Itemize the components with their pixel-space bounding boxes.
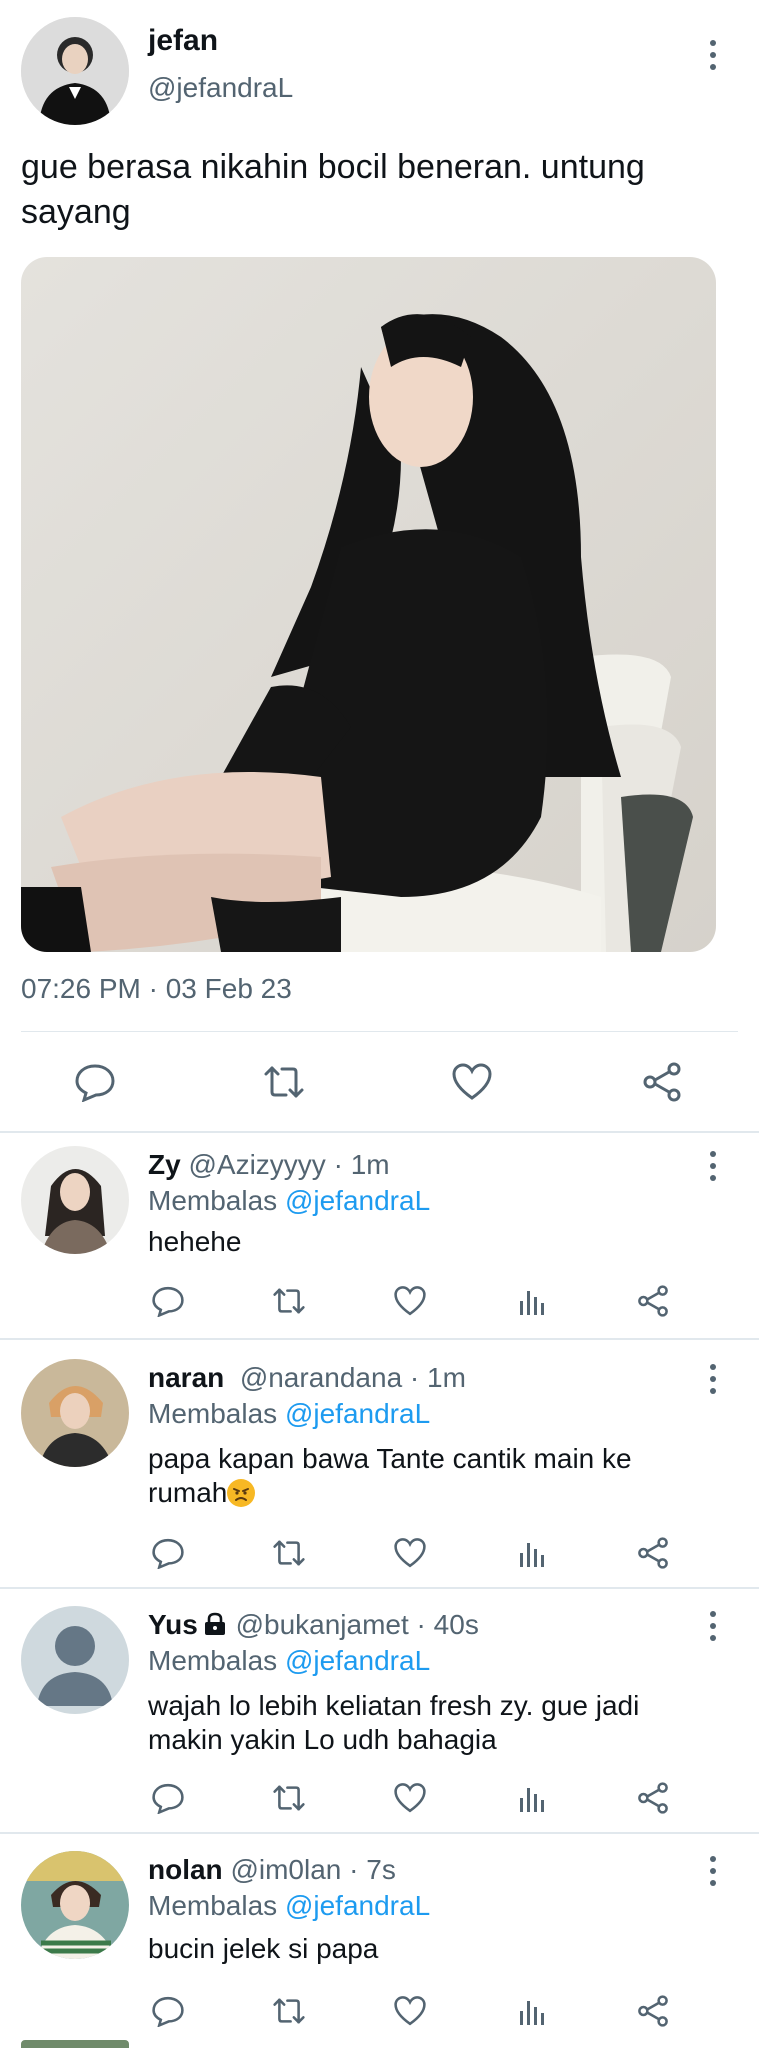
like-icon[interactable]: [451, 1062, 493, 1102]
analytics-icon[interactable]: [516, 1995, 548, 2027]
reply-time: 40s: [433, 1609, 479, 1640]
divider: [21, 1031, 738, 1032]
reply-avatar[interactable]: [21, 1851, 129, 1959]
tweet-timestamp: 07:26 PM · 03 Feb 23: [21, 973, 292, 1004]
reply-header: Yus @bukanjamet · 40s: [148, 1609, 479, 1640]
reply-item[interactable]: Zy @Azizyyyy · 1m Membalas @jefandraL he…: [0, 1133, 759, 1338]
replying-to: Membalas @jefandraL: [148, 1890, 430, 1922]
reply-text: hehehe: [148, 1226, 242, 1257]
reply-icon[interactable]: [74, 1062, 116, 1102]
reply-text: wajah lo lebih keliatan fresh zy. gue ja…: [148, 1690, 640, 1755]
reply-icon[interactable]: [151, 1537, 185, 1569]
retweet-icon[interactable]: [271, 1782, 307, 1814]
share-icon[interactable]: [636, 1537, 670, 1569]
reply-time: 1m: [427, 1362, 466, 1393]
reply-actions: [0, 1285, 759, 1317]
reply-header: naran @narandana · 1m: [148, 1362, 466, 1393]
replying-prefix: Membalas: [148, 1645, 278, 1676]
tweet-text: gue berasa nikahin bocil beneran. untung…: [21, 148, 645, 231]
author-avatar[interactable]: [21, 17, 129, 125]
like-icon[interactable]: [393, 1537, 427, 1569]
reply-name[interactable]: Yus: [148, 1609, 198, 1640]
reply-time: 7s: [366, 1854, 396, 1885]
share-icon[interactable]: [636, 1995, 670, 2027]
reply-item[interactable]: Yus @bukanjamet · 40s Membalas @jefandra…: [0, 1589, 759, 1832]
reply-item[interactable]: nolan @im0lan · 7s Membalas @jefandraL b…: [0, 1834, 759, 2048]
reply-icon[interactable]: [151, 1782, 185, 1814]
share-icon[interactable]: [641, 1062, 683, 1102]
reply-handle[interactable]: @narandana: [240, 1362, 402, 1393]
angry-face-emoji-icon: [227, 1479, 256, 1507]
reply-handle[interactable]: @im0lan: [230, 1854, 341, 1885]
more-options-icon[interactable]: [703, 1151, 723, 1181]
tweet-photo[interactable]: [21, 257, 716, 952]
replying-to: Membalas @jefandraL: [148, 1185, 430, 1217]
like-icon[interactable]: [393, 1995, 427, 2027]
analytics-icon[interactable]: [516, 1782, 548, 1814]
reply-icon[interactable]: [151, 1285, 185, 1317]
share-icon[interactable]: [636, 1285, 670, 1317]
lock-icon: [202, 1611, 228, 1637]
mention-link[interactable]: @jefandraL: [285, 1398, 430, 1429]
like-icon[interactable]: [393, 1285, 427, 1317]
replying-prefix: Membalas: [148, 1185, 278, 1216]
analytics-icon[interactable]: [516, 1537, 548, 1569]
reply-actions: [0, 1782, 759, 1814]
share-icon[interactable]: [636, 1782, 670, 1814]
reply-icon[interactable]: [151, 1995, 185, 2027]
replying-prefix: Membalas: [148, 1890, 278, 1921]
retweet-icon[interactable]: [271, 1995, 307, 2027]
reply-avatar[interactable]: [21, 1606, 129, 1714]
reply-name[interactable]: Zy: [148, 1149, 181, 1180]
like-icon[interactable]: [393, 1782, 427, 1814]
retweet-icon[interactable]: [262, 1062, 306, 1102]
next-reply-avatar-peek: [21, 2040, 129, 2048]
replying-to: Membalas @jefandraL: [148, 1645, 430, 1677]
mention-link[interactable]: @jefandraL: [285, 1645, 430, 1676]
replying-prefix: Membalas: [148, 1398, 278, 1429]
analytics-icon[interactable]: [516, 1285, 548, 1317]
retweet-icon[interactable]: [271, 1537, 307, 1569]
reply-avatar[interactable]: [21, 1359, 129, 1467]
author-handle[interactable]: @jefandraL: [148, 72, 293, 104]
more-options-icon[interactable]: [703, 1364, 723, 1394]
more-options-icon[interactable]: [703, 1611, 723, 1641]
reply-item[interactable]: naran @narandana · 1m Membalas @jefandra…: [0, 1340, 759, 1587]
reply-text: papa kapan bawa Tante cantik main ke rum…: [148, 1443, 632, 1508]
more-options-icon[interactable]: [703, 1856, 723, 1886]
tweet-actions: [0, 1062, 759, 1102]
author-name[interactable]: jefan: [148, 24, 218, 58]
reply-actions: [0, 1537, 759, 1569]
replying-to: Membalas @jefandraL: [148, 1398, 430, 1430]
reply-handle[interactable]: @bukanjamet: [236, 1609, 409, 1640]
reply-time: 1m: [350, 1149, 390, 1180]
reply-text: bucin jelek si papa: [148, 1933, 379, 1964]
reply-handle[interactable]: @Azizyyyy: [188, 1149, 325, 1180]
reply-header: Zy @Azizyyyy · 1m: [148, 1149, 390, 1180]
mention-link[interactable]: @jefandraL: [285, 1185, 430, 1216]
reply-avatar[interactable]: [21, 1146, 129, 1254]
more-options-icon[interactable]: [703, 40, 723, 70]
reply-header: nolan @im0lan · 7s: [148, 1854, 396, 1885]
reply-name[interactable]: nolan: [148, 1854, 223, 1885]
retweet-icon[interactable]: [271, 1285, 307, 1317]
reply-actions: [0, 1995, 759, 2027]
reply-name[interactable]: naran: [148, 1362, 224, 1393]
mention-link[interactable]: @jefandraL: [285, 1890, 430, 1921]
reply-text-wrap: papa kapan bawa Tante cantik main ke rum…: [148, 1442, 708, 1510]
